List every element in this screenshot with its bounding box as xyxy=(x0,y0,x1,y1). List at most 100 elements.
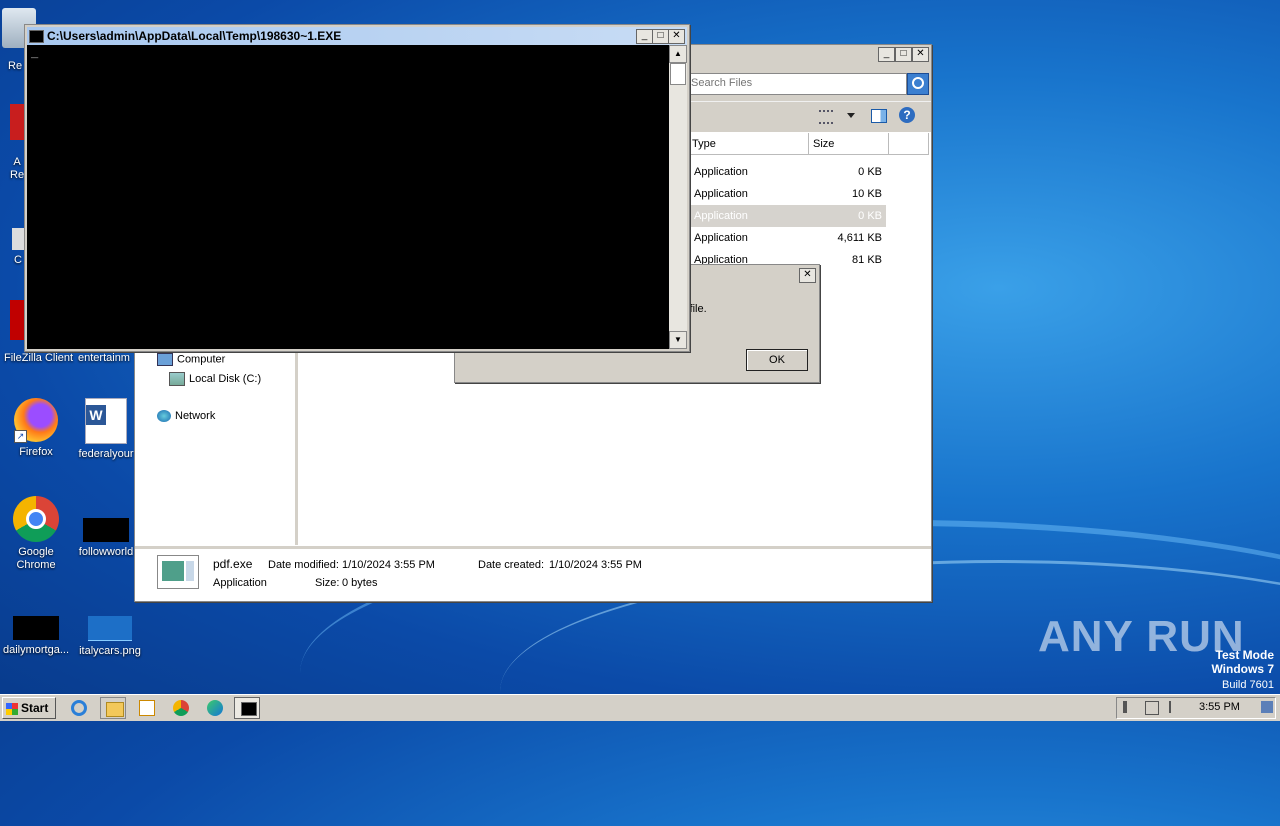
detail-filename: pdf.exe xyxy=(213,557,253,571)
file-size: 81 KB xyxy=(852,254,882,266)
console-titlebar[interactable]: C:\Users\admin\AppData\Local\Temp\198630… xyxy=(27,27,687,45)
console-cursor: _ xyxy=(31,47,39,61)
windows-version-label: Windows 7 xyxy=(1211,662,1274,676)
desktop-icon-label: A Re xyxy=(10,156,25,181)
detail-created-value: 1/10/2024 3:55 PM xyxy=(549,559,642,571)
network-status-icon[interactable] xyxy=(1145,701,1159,715)
column-header-type[interactable]: Type xyxy=(688,133,809,155)
dialog-close-button[interactable]: ✕ xyxy=(799,268,816,283)
windows-logo-icon xyxy=(6,702,18,715)
scroll-up-button[interactable]: ▲ xyxy=(669,45,687,63)
search-button[interactable] xyxy=(907,73,929,95)
taskbar-chrome[interactable] xyxy=(168,697,194,719)
file-size: 4,611 KB xyxy=(837,232,882,244)
desktop-icon-label: federalyour xyxy=(78,448,134,460)
chevron-down-icon[interactable] xyxy=(847,113,855,118)
chrome-icon xyxy=(13,496,59,542)
desktop-icon-label: followworld xyxy=(78,546,134,558)
nav-label: Computer xyxy=(177,353,226,366)
column-header-empty[interactable] xyxy=(889,133,929,155)
file-row[interactable]: Application 4,611 KB xyxy=(688,227,886,249)
dialog-ok-button[interactable]: OK xyxy=(746,349,808,371)
system-tray: 3:55 PM xyxy=(1116,697,1276,719)
folder-icon xyxy=(106,702,124,717)
file-thumbnail-icon xyxy=(13,616,59,640)
desktop-icon-label: Re xyxy=(8,60,23,72)
search-input[interactable] xyxy=(688,74,894,92)
taskbar-explorer[interactable] xyxy=(100,697,126,719)
search-box[interactable] xyxy=(687,73,907,95)
nav-item-computer[interactable]: Computer xyxy=(157,353,225,366)
console-scrollbar[interactable]: ▲ ▼ xyxy=(669,45,687,349)
clock[interactable]: 3:55 PM xyxy=(1199,701,1240,713)
detail-created-label: Date created: xyxy=(478,559,545,571)
file-size: 0 KB xyxy=(858,210,882,222)
word-document-icon: W xyxy=(85,398,127,444)
action-center-flag-icon[interactable] xyxy=(1169,701,1181,713)
minimize-button[interactable]: _ xyxy=(636,29,653,44)
details-pane: pdf.exe Application Date modified: 1/10/… xyxy=(135,546,931,601)
scroll-down-button[interactable]: ▼ xyxy=(669,331,687,349)
search-icon xyxy=(912,77,924,89)
desktop-icon-followworld[interactable]: followworld xyxy=(72,496,140,559)
console-app-icon xyxy=(29,30,44,43)
view-options-icon[interactable] xyxy=(819,110,833,124)
shortcut-arrow-icon: ↗ xyxy=(14,430,27,443)
taskbar: Start 3:55 PM xyxy=(0,694,1280,721)
taskbar-media[interactable] xyxy=(134,697,160,719)
file-type: Application xyxy=(694,232,748,244)
test-mode-label: Test Mode xyxy=(1215,648,1274,662)
volume-icon[interactable] xyxy=(1123,701,1133,713)
desktop-icon-label: Google Chrome xyxy=(16,546,56,571)
detail-size-value: 0 bytes xyxy=(342,577,378,589)
network-icon xyxy=(157,410,171,423)
file-type: Application xyxy=(694,210,748,222)
console-title: C:\Users\admin\AppData\Local\Temp\198630… xyxy=(47,29,342,43)
nav-label: Local Disk (C:) xyxy=(189,372,262,385)
taskbar-edge[interactable] xyxy=(202,697,228,719)
desktop-icon-italycars[interactable]: italycars.png xyxy=(76,594,144,658)
file-row[interactable]: Application 10 KB xyxy=(688,183,886,205)
nav-label: Network xyxy=(175,410,216,422)
desktop-icon-label: FileZilla Client xyxy=(4,352,74,364)
start-button[interactable]: Start xyxy=(2,697,56,719)
detail-kind: Application xyxy=(213,577,267,589)
desktop-icon-federalyour[interactable]: W federalyour xyxy=(72,398,140,461)
file-size: 10 KB xyxy=(852,188,882,200)
anyrun-watermark: ANY RUN xyxy=(1038,612,1245,661)
maximize-button[interactable]: □ xyxy=(652,29,669,44)
nav-item-network[interactable]: Network xyxy=(157,410,216,423)
computer-icon xyxy=(157,353,173,366)
taskbar-console[interactable] xyxy=(234,697,260,719)
internet-explorer-icon xyxy=(71,700,87,716)
desktop-icon-label: C xyxy=(14,254,22,266)
close-button[interactable]: ✕ xyxy=(668,29,685,44)
file-row[interactable]: Application 0 KB xyxy=(688,161,886,183)
detail-size-label: Size: xyxy=(315,577,340,589)
file-thumbnail-icon xyxy=(83,518,129,542)
preview-pane-icon[interactable] xyxy=(871,109,887,123)
image-file-icon xyxy=(88,616,132,641)
file-size: 0 KB xyxy=(858,166,882,178)
detail-modified-label: Date modified: xyxy=(268,559,339,571)
desktop-icon-label: entertainm xyxy=(78,352,130,364)
console-window: C:\Users\admin\AppData\Local\Temp\198630… xyxy=(24,24,690,352)
show-desktop-icon[interactable] xyxy=(1261,701,1273,713)
file-thumbnail-icon xyxy=(157,555,199,589)
help-icon[interactable]: ? xyxy=(899,107,915,123)
maximize-button[interactable]: □ xyxy=(895,47,912,62)
file-row-selected[interactable]: Application 0 KB xyxy=(688,205,886,227)
desktop-icon-chrome[interactable]: Google Chrome xyxy=(2,496,70,572)
close-button[interactable]: ✕ xyxy=(912,47,929,62)
desktop-icon-firefox[interactable]: ↗ Firefox xyxy=(2,398,70,459)
start-label: Start xyxy=(21,701,49,715)
minimize-button[interactable]: _ xyxy=(878,47,895,62)
hard-drive-icon xyxy=(169,372,185,386)
column-header-size[interactable]: Size xyxy=(809,133,889,155)
console-output[interactable]: _ xyxy=(27,45,669,349)
file-type: Application xyxy=(694,166,748,178)
desktop-icon-dailymortgage[interactable]: dailymortga... xyxy=(2,594,70,657)
scroll-thumb[interactable] xyxy=(670,63,686,85)
nav-item-local-disk[interactable]: Local Disk (C:) xyxy=(169,372,261,386)
taskbar-ie[interactable] xyxy=(66,697,92,719)
